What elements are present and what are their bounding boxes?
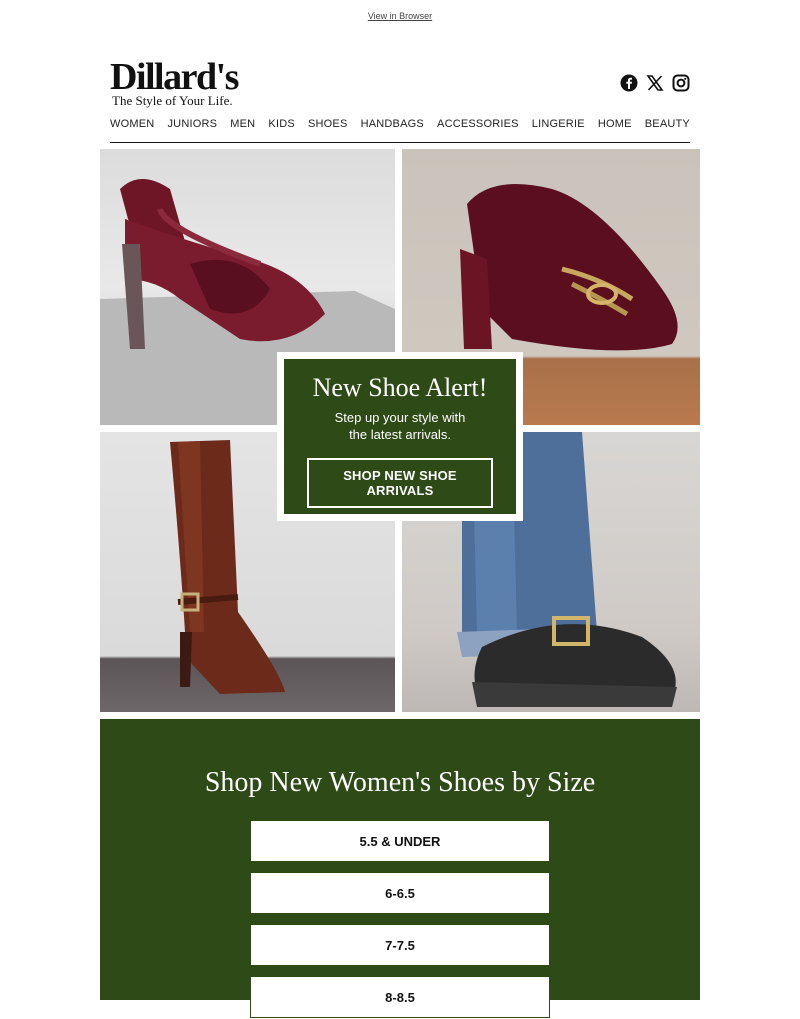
size-button-7[interactable]: 7-7.5 xyxy=(250,924,550,966)
header: Dillard's The Style of Your Life. xyxy=(110,58,690,108)
nav-item-handbags[interactable]: HANDBAGS xyxy=(361,118,424,130)
nav-item-beauty[interactable]: BEAUTY xyxy=(645,118,690,130)
nav-item-juniors[interactable]: JUNIORS xyxy=(167,118,217,130)
shop-by-size-heading: Shop New Women's Shoes by Size xyxy=(204,767,596,798)
nav-item-home[interactable]: HOME xyxy=(598,118,632,130)
instagram-icon[interactable] xyxy=(672,74,690,92)
size-button-5-5-under[interactable]: 5.5 & UNDER xyxy=(250,820,550,862)
hero-subtitle-line-2: the latest arrivals. xyxy=(349,427,451,442)
nav-item-lingerie[interactable]: LINGERIE xyxy=(532,118,585,130)
view-in-browser-bar: View in Browser xyxy=(0,0,800,28)
x-icon[interactable] xyxy=(646,74,664,92)
view-in-browser-link[interactable]: View in Browser xyxy=(368,11,432,21)
new-shoe-alert-card: New Shoe Alert! Step up your style with … xyxy=(277,352,523,521)
nav-item-shoes[interactable]: SHOES xyxy=(308,118,348,130)
social-links xyxy=(620,74,690,92)
nav-item-men[interactable]: MEN xyxy=(230,118,255,130)
hero-subtitle-line-1: Step up your style with xyxy=(334,410,466,425)
size-button-8[interactable]: 8-8.5 xyxy=(250,976,550,1018)
shop-new-arrivals-button[interactable]: SHOP NEW SHOE ARRIVALS xyxy=(307,458,493,508)
facebook-icon[interactable] xyxy=(620,74,638,92)
nav-item-accessories[interactable]: ACCESSORIES xyxy=(437,118,519,130)
hero-banner[interactable]: New Shoe Alert! Step up your style with … xyxy=(100,149,700,712)
hero-subtitle: Step up your style with the latest arriv… xyxy=(284,409,516,443)
nav-divider xyxy=(110,142,690,143)
main-nav: WOMEN JUNIORS MEN KIDS SHOES HANDBAGS AC… xyxy=(110,118,690,130)
brand-name: Dillard's xyxy=(110,56,239,98)
nav-item-kids[interactable]: KIDS xyxy=(268,118,294,130)
hero-title: New Shoe Alert! xyxy=(312,373,488,402)
nav-item-women[interactable]: WOMEN xyxy=(110,118,154,130)
dillards-logo[interactable]: Dillard's The Style of Your Life. xyxy=(110,56,239,109)
brand-tagline: The Style of Your Life. xyxy=(112,93,233,108)
size-button-6[interactable]: 6-6.5 xyxy=(250,872,550,914)
shop-by-size-section: Shop New Women's Shoes by Size 5.5 & UND… xyxy=(100,719,700,1018)
